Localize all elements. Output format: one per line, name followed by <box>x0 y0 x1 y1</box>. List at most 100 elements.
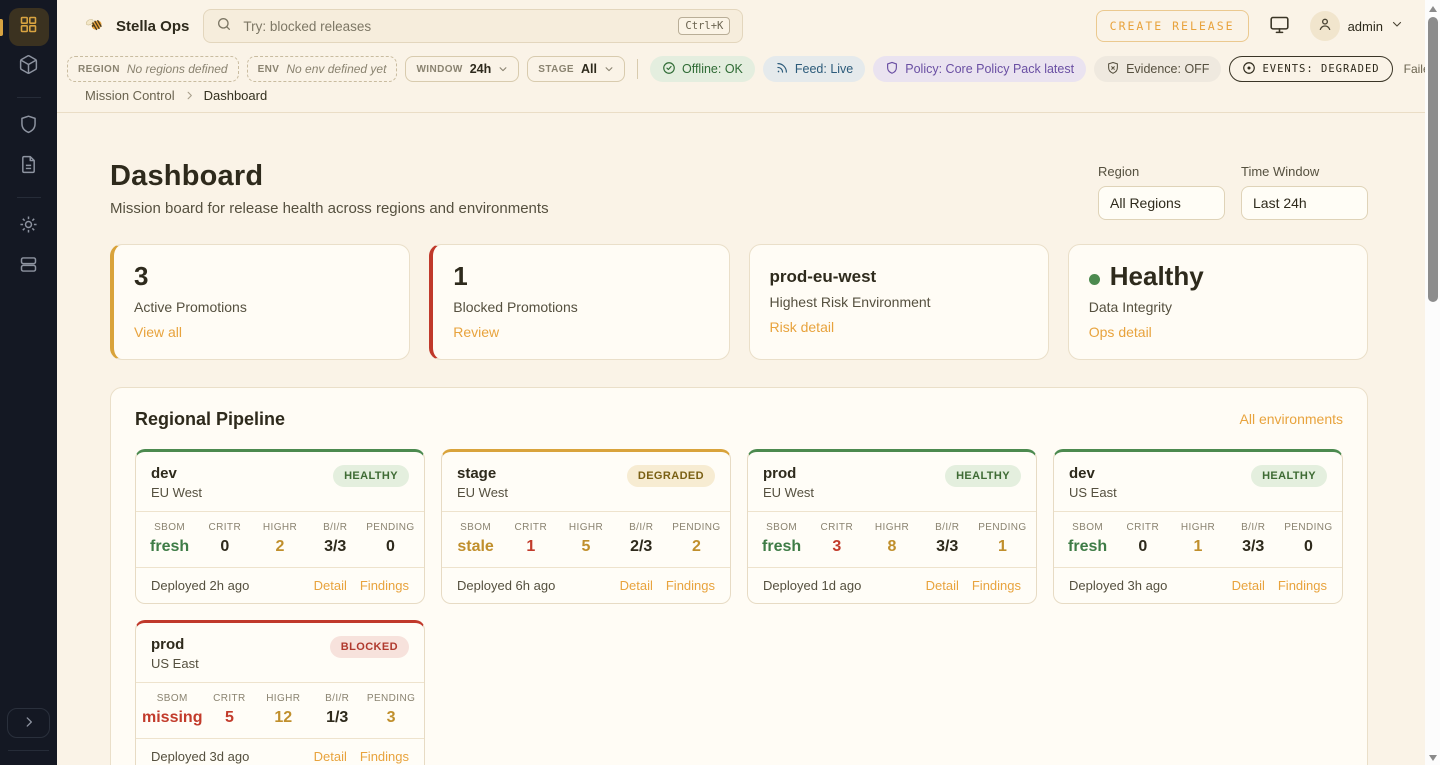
scrollbar-down-arrow[interactable] <box>1429 755 1437 761</box>
stage-dropdown[interactable]: STAGE All <box>527 56 625 82</box>
stat-value: Healthy <box>1089 262 1347 292</box>
check-circle-icon <box>662 61 676 78</box>
metric-value: 3/3 <box>1226 538 1281 556</box>
window-dropdown[interactable]: WINDOW 24h <box>405 56 519 82</box>
metric-pending: PENDING0 <box>1281 522 1336 556</box>
sidebar-item-infrastructure[interactable] <box>9 248 49 286</box>
global-search[interactable]: Ctrl+K <box>203 9 743 43</box>
detail-link[interactable]: Detail <box>1232 578 1265 593</box>
metric-header: PENDING <box>975 522 1030 533</box>
search-input[interactable] <box>241 18 669 35</box>
pipeline-card-footer: Deployed 2h ago DetailFindings <box>136 568 424 603</box>
scrollbar-thumb[interactable] <box>1428 17 1438 302</box>
region-filter-select[interactable]: All Regions <box>1098 186 1225 220</box>
region-chip-label: REGION <box>78 64 120 75</box>
findings-link[interactable]: Findings <box>666 578 715 593</box>
detail-link[interactable]: Detail <box>620 578 653 593</box>
metric-header: B/I/R <box>310 693 364 704</box>
sidebar-expand-button[interactable] <box>7 708 50 738</box>
chevron-down-icon <box>604 64 614 74</box>
search-icon <box>216 16 232 37</box>
metric-value: 0 <box>363 538 418 556</box>
evidence-status-label: Evidence: OFF <box>1126 62 1209 76</box>
metrics-row: SBOMstale CRITR1 HIGHR5 B/I/R2/3 PENDING… <box>442 511 730 568</box>
shield-icon <box>18 114 39 140</box>
findings-link[interactable]: Findings <box>972 578 1021 593</box>
grid-icon <box>18 14 39 40</box>
events-status-label: EVENTS: DEGRADED <box>1262 63 1379 75</box>
sidebar-item-dashboard[interactable] <box>9 8 49 46</box>
region-context-chip[interactable]: REGION No regions defined <box>67 56 239 82</box>
detail-link[interactable]: Detail <box>314 749 347 764</box>
findings-link[interactable]: Findings <box>360 578 409 593</box>
create-release-button[interactable]: CREATE RELEASE <box>1096 10 1249 42</box>
metric-value: fresh <box>142 538 197 556</box>
pipeline-card-header: dev US East HEALTHY <box>1054 452 1342 511</box>
metric-header: HIGHR <box>256 693 310 704</box>
scrollbar-up-arrow[interactable] <box>1429 6 1437 12</box>
monitor-icon <box>1269 14 1290 38</box>
region-filter-label: Region <box>1098 164 1225 179</box>
env-name: prod <box>151 636 199 653</box>
pipeline-card-dev-us-east: dev US East HEALTHY SBOMfresh CRITR0 HIG… <box>1053 449 1343 604</box>
metric-value: 0 <box>197 538 252 556</box>
metric-header: CRITR <box>197 522 252 533</box>
feed-status-pill[interactable]: Feed: Live <box>763 56 865 82</box>
sidebar-item-security[interactable] <box>9 108 49 146</box>
package-icon <box>18 54 39 80</box>
review-link[interactable]: Review <box>453 324 499 340</box>
user-menu[interactable]: admin <box>1310 11 1403 41</box>
metric-critr: CRITR 0 <box>197 522 252 556</box>
detail-link[interactable]: Detail <box>926 578 959 593</box>
metric-value: 5 <box>558 538 613 556</box>
stat-value: prod-eu-west <box>770 262 1028 287</box>
sidebar-item-settings[interactable] <box>9 208 49 246</box>
region-filter-group: Region All Regions <box>1098 164 1225 220</box>
metric-header: PENDING <box>669 522 724 533</box>
metric-header: HIGHR <box>558 522 613 533</box>
metrics-row: SBOMmissing CRITR5 HIGHR12 B/I/R1/3 PEND… <box>136 682 424 739</box>
offline-status-pill[interactable]: Offline: OK <box>650 56 755 82</box>
metric-pending: PENDING 2 <box>669 522 724 556</box>
ops-detail-link[interactable]: Ops detail <box>1089 324 1152 340</box>
evidence-status-pill[interactable]: Evidence: OFF <box>1094 56 1221 82</box>
metric-pending: PENDING 1 <box>975 522 1030 556</box>
env-name: prod <box>763 465 814 482</box>
user-name: admin <box>1348 19 1383 34</box>
page-title: Dashboard <box>110 160 549 193</box>
env-context-chip[interactable]: ENV No env defined yet <box>247 56 398 82</box>
env-chip-value: No env defined yet <box>286 62 386 76</box>
events-status-pill[interactable]: EVENTS: DEGRADED <box>1229 56 1392 82</box>
time-window-filter-select[interactable]: Last 24h <box>1241 186 1368 220</box>
metric-pending: PENDING3 <box>364 693 418 727</box>
detail-link[interactable]: Detail <box>314 578 347 593</box>
metric-value: 1 <box>1170 538 1225 556</box>
findings-link[interactable]: Findings <box>360 749 409 764</box>
status-badge: HEALTHY <box>1251 465 1327 487</box>
metric-value: 2 <box>669 538 724 556</box>
status-badge: HEALTHY <box>333 465 409 487</box>
env-name: dev <box>151 465 202 482</box>
metric-header: HIGHR <box>864 522 919 533</box>
findings-link[interactable]: Findings <box>1278 578 1327 593</box>
region-name: EU West <box>151 485 202 500</box>
risk-detail-link[interactable]: Risk detail <box>770 319 835 335</box>
chevron-right-icon <box>184 90 195 101</box>
sidebar-item-artifacts[interactable] <box>9 48 49 86</box>
metric-value: 1 <box>975 538 1030 556</box>
window-chip-label: WINDOW <box>416 64 462 75</box>
display-mode-button[interactable] <box>1269 14 1290 38</box>
search-shortcut-key: Ctrl+K <box>678 17 730 35</box>
metric-critr: CRITR0 <box>1115 522 1170 556</box>
view-all-link[interactable]: View all <box>134 324 182 340</box>
policy-status-pill[interactable]: Policy: Core Policy Pack latest <box>873 56 1086 82</box>
page-header: Dashboard Mission board for release heal… <box>110 160 1368 220</box>
offline-status-label: Offline: OK <box>682 62 743 76</box>
all-environments-link[interactable]: All environments <box>1240 411 1344 427</box>
deployed-text: Deployed 3d ago <box>151 749 249 764</box>
metric-bir: B/I/R1/3 <box>310 693 364 727</box>
sidebar-item-documents[interactable] <box>9 148 49 186</box>
region-name: US East <box>1069 485 1117 500</box>
metric-header: PENDING <box>364 693 418 704</box>
breadcrumb-mission-control[interactable]: Mission Control <box>85 88 175 103</box>
